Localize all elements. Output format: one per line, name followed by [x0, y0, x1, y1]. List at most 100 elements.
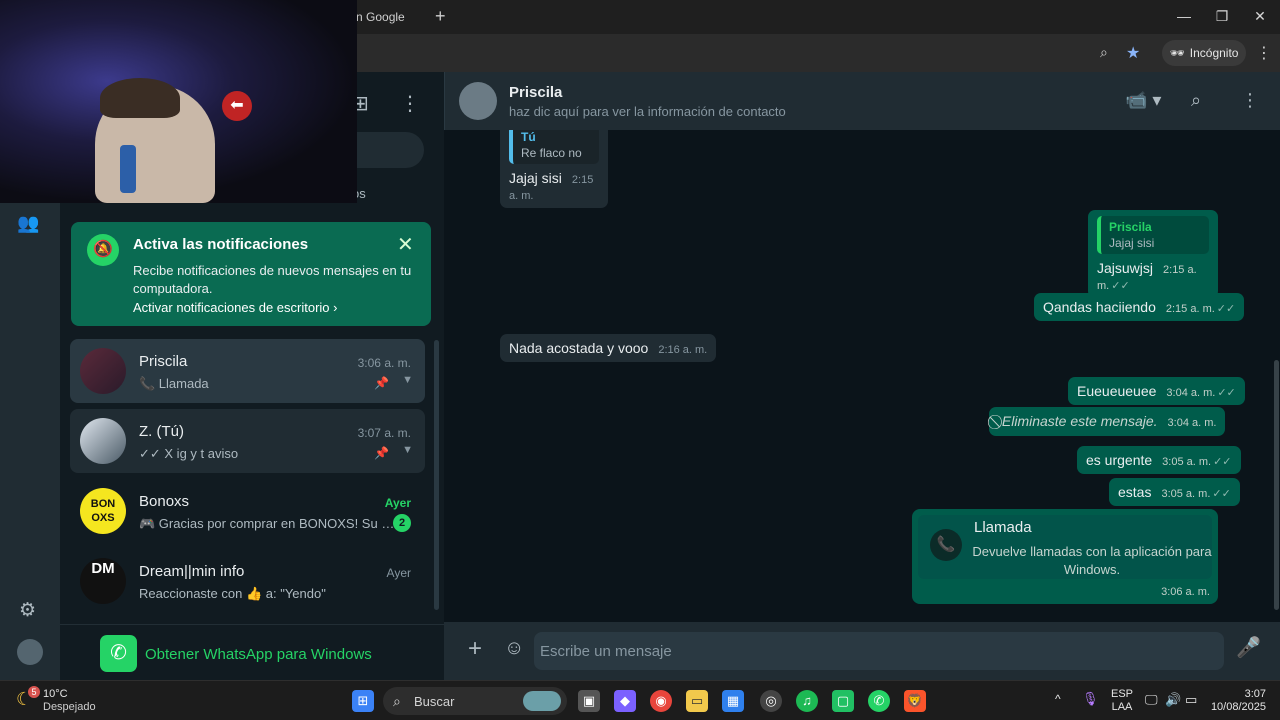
communities-icon[interactable]: 👥 — [17, 213, 39, 234]
chat-header[interactable]: Priscila haz dic aquí para ver la inform… — [444, 72, 1280, 130]
network-icon[interactable]: 🖵 — [1145, 692, 1158, 708]
message-outgoing[interactable]: es urgente 3:05 a. m. ✓✓ — [1077, 446, 1241, 474]
taskbar-search[interactable]: ⌕ Buscar — [383, 687, 567, 715]
quoted-text: Re flaco no — [521, 146, 582, 160]
avatar: DM — [80, 558, 126, 604]
chat-item-bonoxs[interactable]: BON OXS Bonoxs Ayer 🎮 Gracias por compra… — [70, 479, 425, 543]
obs-icon[interactable]: ◎ — [760, 690, 782, 712]
store-icon[interactable]: ▦ — [722, 690, 744, 712]
compose-bar: + ☺ 🎤 — [444, 622, 1280, 680]
enable-notifications-link[interactable]: Activar notificaciones de escritorio › — [133, 300, 337, 315]
clock[interactable]: 3:07 10/08/2025 — [1206, 688, 1266, 714]
chat-item-self[interactable]: Z. (Tú) 3:07 a. m. ✓✓ X ig y t aviso 📌 ▼ — [70, 409, 425, 473]
brave-icon[interactable]: 🦁 — [904, 690, 926, 712]
missed-call-icon: 📞 — [930, 529, 962, 561]
call-card[interactable]: 📞 Llamada Devuelve llamadas con la aplic… — [918, 515, 1212, 579]
message-text: Nada acostada y vooo — [509, 340, 649, 356]
language-indicator[interactable]: ESP LAA — [1108, 688, 1136, 714]
attach-icon[interactable]: + — [468, 635, 482, 663]
avatar — [80, 348, 126, 394]
minimize-button[interactable]: — — [1174, 8, 1194, 24]
get-whatsapp-link[interactable]: Obtener WhatsApp para Windows — [145, 646, 372, 663]
contact-name[interactable]: Priscila — [509, 84, 562, 101]
contact-avatar[interactable] — [459, 82, 497, 120]
message-incoming[interactable]: Tú Re flaco no Jajaj sisi 2:15 a. m. — [500, 130, 608, 208]
start-icon[interactable]: ⊞ — [352, 690, 374, 712]
search-field-partial[interactable] — [356, 132, 424, 168]
bell-off-icon: 🔕 — [87, 234, 119, 266]
notification-banner: 🔕 Activa las notificaciones Recibe notif… — [71, 222, 431, 326]
file-explorer-icon[interactable]: ▭ — [686, 690, 708, 712]
chat-preview: 🎮 Gracias por comprar en BONOXS! Su p... — [139, 516, 399, 531]
message-outgoing[interactable]: Eueueueuee 3:04 a. m. ✓✓ — [1068, 377, 1245, 405]
whatsapp-taskbar-icon[interactable]: ✆ — [868, 690, 890, 712]
incognito-badge[interactable]: 🕶 Incógnito — [1162, 40, 1246, 66]
chat-list-scrollbar[interactable] — [434, 340, 439, 610]
message-outgoing[interactable]: estas 3:05 a. m. ✓✓ — [1109, 478, 1240, 506]
chevron-down-icon[interactable]: ▼ — [402, 444, 413, 456]
quoted-message[interactable]: Priscila Jajaj sisi — [1097, 216, 1209, 254]
notification-body: Recibe notificaciones de nuevos mensajes… — [133, 263, 412, 296]
contact-subtitle[interactable]: haz dic aquí para ver la información de … — [509, 104, 786, 119]
battery-icon[interactable]: ▭ — [1185, 692, 1197, 708]
quoted-author: Priscila — [1109, 220, 1152, 234]
message-deleted[interactable]: ⃠ Eliminaste este mensaje.3:04 a. m. — [989, 407, 1226, 436]
search-icon: ⌕ — [393, 693, 401, 709]
message-time: 2:15 a. m. — [1165, 303, 1215, 315]
spotify-icon[interactable]: ♫ — [796, 690, 818, 712]
sticker-icon[interactable]: ☺ — [504, 637, 524, 660]
chrome-icon[interactable]: ◉ — [650, 690, 672, 712]
menu-icon[interactable]: ⋮ — [1241, 90, 1259, 111]
conversation-scrollbar[interactable] — [1274, 360, 1279, 610]
call-message[interactable]: 📞 Llamada Devuelve llamadas con la aplic… — [912, 509, 1218, 604]
settings-icon[interactable]: ⚙ — [19, 599, 36, 622]
message-input[interactable] — [534, 632, 1224, 670]
message-outgoing[interactable]: Priscila Jajaj sisi Jajsuwjsj 2:15 a. m. ✓… — [1088, 210, 1218, 298]
call-description: Devuelve llamadas con la aplicación para… — [972, 544, 1212, 577]
chat-item-dream[interactable]: DM Dream||min info Ayer Reaccionaste con… — [70, 549, 425, 613]
video-call-icon[interactable]: 📹 ▾ — [1125, 90, 1161, 111]
read-receipt-icon: ✓✓ — [1217, 387, 1236, 399]
read-receipt-icon: ✓✓ — [1212, 488, 1231, 500]
chat-item-priscila[interactable]: Priscila 3:06 a. m. 📞 Llamada 📌 ▼ — [70, 339, 425, 403]
quoted-author: Tú — [521, 130, 536, 144]
new-tab-button[interactable]: + — [435, 6, 446, 27]
chevron-down-icon[interactable]: ▼ — [402, 374, 413, 386]
weather-desc[interactable]: Despejado — [43, 701, 96, 713]
call-title: Llamada — [974, 519, 1032, 536]
webcam-microphone — [120, 145, 136, 193]
quoted-message[interactable]: Tú Re flaco no — [509, 130, 599, 164]
close-notification-button[interactable]: ✕ — [397, 232, 414, 257]
read-receipt-icon: ✓✓ — [1213, 456, 1232, 468]
microphone-icon[interactable]: 🎤 — [1236, 635, 1261, 660]
zoom-icon[interactable]: ⌕ — [1100, 44, 1108, 61]
volume-icon[interactable]: 🔊 — [1165, 692, 1181, 708]
close-window-button[interactable]: ✕ — [1250, 8, 1270, 25]
message-outgoing[interactable]: Qandas haciiendo 2:15 a. m. ✓✓ — [1034, 293, 1245, 321]
incognito-label: Incógnito — [1189, 46, 1239, 60]
tab-title[interactable]: n Google — [356, 10, 405, 24]
menu-icon[interactable]: ⋮ — [400, 91, 420, 116]
profile-avatar[interactable] — [17, 639, 43, 665]
game-icon[interactable]: ▢ — [832, 690, 854, 712]
conversation-area: Tú Re flaco no Jajaj sisi 2:15 a. m. Pris… — [444, 130, 1280, 622]
message-incoming[interactable]: Nada acostada y vooo 2:16 a. m. — [500, 334, 717, 362]
chat-time: Ayer — [384, 496, 411, 510]
star-icon[interactable]: ★ — [1126, 43, 1140, 63]
message-time: 2:16 a. m. — [658, 344, 708, 356]
quoted-text: Jajaj sisi — [1109, 236, 1155, 250]
chevron-up-icon[interactable]: ^ — [1055, 692, 1061, 706]
more-vert-icon[interactable]: ⋮ — [1256, 43, 1272, 63]
get-whatsapp-banner[interactable]: ✆ Obtener WhatsApp para Windows — [60, 624, 444, 680]
message-time: 3:04 a. m. — [1167, 417, 1217, 429]
task-view-icon[interactable]: ▣ — [578, 690, 600, 712]
avatar: BON OXS — [80, 488, 126, 534]
weather-badge: 5 — [28, 686, 40, 698]
weather-temp[interactable]: 10°C — [43, 688, 68, 700]
maximize-button[interactable]: ❐ — [1212, 8, 1232, 25]
copilot-icon[interactable]: ◆ — [614, 690, 636, 712]
message-time: 3:04 a. m. — [1166, 387, 1216, 399]
search-icon[interactable]: ⌕ — [1191, 90, 1201, 111]
read-receipt-icon: ✓✓ — [1216, 303, 1236, 315]
microphone-tray-icon[interactable]: 🎙 — [1082, 691, 1099, 707]
